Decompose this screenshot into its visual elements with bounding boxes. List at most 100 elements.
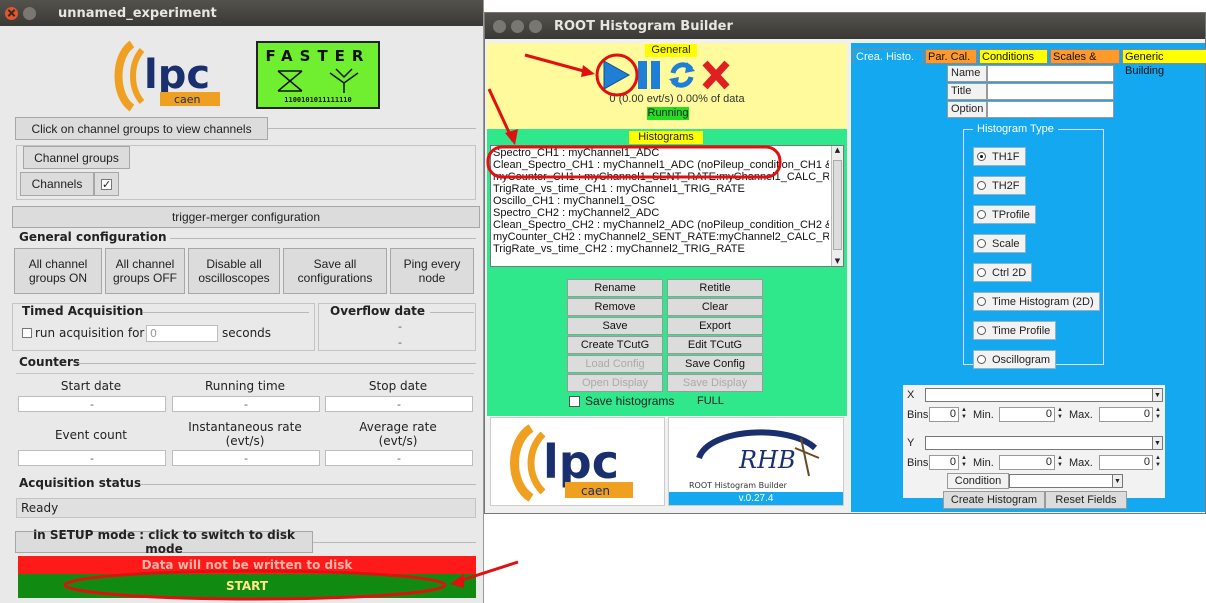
histo-action-left-2[interactable]: Remove [567, 298, 663, 316]
histo-action-right-6[interactable]: Save Display [667, 374, 763, 392]
run-acq-seconds-input[interactable]: 0 [146, 325, 218, 342]
hist-type-radio-5[interactable]: Ctrl 2D [973, 263, 1033, 282]
histo-action-left-3[interactable]: Save [567, 317, 663, 335]
overflow-line1: - [398, 320, 402, 333]
condition-label: Condition [947, 473, 1009, 489]
chevron-down-icon: ▼ [1152, 437, 1162, 449]
hist-type-radio-3[interactable]: TProfile [973, 205, 1036, 224]
counters-title: Counters [19, 355, 87, 369]
create-histogram-button[interactable]: Create Histogram [943, 491, 1045, 509]
x-bins-label: Bins [907, 409, 929, 421]
left-titlebar: unnamed_experiment [0, 0, 483, 26]
acq-status-title: Acquisition status [19, 476, 148, 490]
y-max-input[interactable]: 0 [1099, 455, 1153, 470]
maximize-icon[interactable] [529, 19, 542, 33]
rhb-title: ROOT Histogram Builder [554, 18, 733, 34]
y-min-input[interactable]: 0 [999, 455, 1055, 470]
x-axis-label: X [907, 389, 915, 401]
general-config-button-5[interactable]: Ping every node [390, 248, 474, 294]
general-config-button-2[interactable]: All channel groups OFF [105, 248, 185, 294]
overflow-date-title: Overflow date [330, 304, 432, 318]
x-min-input[interactable]: 0 [999, 407, 1055, 422]
general-config-button-4[interactable]: Save all configurations [283, 248, 387, 294]
stop-date-label: Stop date [368, 379, 428, 393]
histogram-list-item[interactable]: Clean_Spectro_CH2 : myChannel2_ADC (noPi… [493, 219, 829, 231]
y-bins-label: Bins [907, 457, 929, 469]
hist-type-label: Time Profile [992, 324, 1051, 337]
y-bins-spinner[interactable]: ▲ ▼ [961, 455, 968, 470]
trigger-merger-button[interactable]: trigger-merger configuration [12, 206, 480, 228]
tab-4[interactable]: Scales & Ctrls [1050, 49, 1120, 77]
lpc-logo-text: lpc [144, 52, 210, 98]
histo-action-left-4[interactable]: Create TCutG [567, 336, 663, 354]
tab-2[interactable]: Par. Cal. [925, 49, 977, 64]
tab-1[interactable]: Crea. Histo. [853, 49, 923, 64]
x-max-input[interactable]: 0 [1099, 407, 1153, 422]
event-count-label: Event count [54, 428, 128, 442]
reset-fields-button[interactable]: Reset Fields [1045, 491, 1127, 509]
close-icon[interactable] [5, 6, 18, 20]
histo-action-right-2[interactable]: Clear [667, 298, 763, 316]
condition-combo[interactable]: ▼ [1009, 474, 1123, 488]
histo-action-right-1[interactable]: Retitle [667, 279, 763, 297]
setup-mode-button[interactable]: in SETUP mode : click to switch to disk … [15, 528, 313, 556]
y-variable-combo[interactable]: ▼ [925, 436, 1163, 450]
svg-text:RHB: RHB [738, 446, 796, 474]
y-max-spinner[interactable]: ▲ ▼ [1155, 455, 1162, 470]
histo-action-left-5[interactable]: Load Config [567, 355, 663, 373]
rhb-titlebar: ROOT Histogram Builder [485, 13, 1205, 39]
histogram-list-item[interactable]: TrigRate_vs_time_CH1 : myChannel1_TRIG_R… [493, 183, 829, 195]
seconds-label: seconds [222, 326, 272, 340]
histo-action-right-4[interactable]: Edit TCutG [667, 336, 763, 354]
hist-type-radio-1[interactable]: TH1F [973, 147, 1026, 166]
hist-type-label: TH1F [992, 150, 1020, 163]
general-config-button-1[interactable]: All channel groups ON [14, 248, 102, 294]
running-time-value: - [172, 396, 320, 412]
channel-groups-button[interactable]: Channel groups [23, 146, 130, 169]
channels-button[interactable]: Channels [20, 172, 94, 196]
avg-rate-label: Average rate (evt/s) [359, 420, 437, 448]
x-max-spinner[interactable]: ▲ ▼ [1155, 407, 1162, 422]
chevron-down-icon: ▼ [1112, 475, 1122, 487]
hist-type-radio-8[interactable]: Oscillogram [973, 350, 1057, 369]
histo-action-right-3[interactable]: Export [667, 317, 763, 335]
close-icon[interactable] [493, 19, 506, 33]
general-config-button-3[interactable]: Disable all oscilloscopes [188, 248, 280, 294]
x-min-spinner[interactable]: ▲ ▼ [1057, 407, 1064, 422]
tab-3[interactable]: Conditions [979, 49, 1048, 64]
hist-type-radio-4[interactable]: Scale [973, 234, 1026, 253]
histo-action-right-5[interactable]: Save Config [667, 355, 763, 373]
name-input[interactable] [987, 65, 1114, 82]
histo-action-left-1[interactable]: Rename [567, 279, 663, 297]
option-input[interactable] [987, 101, 1114, 118]
histo-action-left-6[interactable]: Open Display [567, 374, 663, 392]
tab-5[interactable]: Generic Building [1122, 49, 1206, 77]
hist-type-radio-7[interactable]: Time Profile [973, 321, 1057, 340]
minimize-icon[interactable] [511, 19, 524, 33]
run-acq-checkbox[interactable] [22, 328, 32, 338]
minimize-icon[interactable] [23, 6, 36, 20]
y-bins-input[interactable]: 0 [929, 455, 959, 470]
histogram-list-scrollbar[interactable]: ▲ ▼ [831, 146, 843, 266]
histogram-list-item[interactable]: Spectro_CH2 : myChannel2_ADC [493, 207, 829, 219]
hist-type-label: TProfile [992, 208, 1030, 221]
hist-type-radio-6[interactable]: Time Histogram (2D) [973, 292, 1100, 311]
save-histograms-checkbox[interactable] [569, 396, 580, 407]
channels-checkbox[interactable]: ✓ [94, 172, 119, 196]
overflow-line2: - [398, 336, 402, 349]
x-bins-spinner[interactable]: ▲ ▼ [961, 407, 968, 422]
histogram-list-item[interactable]: TrigRate_vs_time_CH2 : myChannel2_TRIG_R… [493, 243, 829, 255]
title-input[interactable] [987, 83, 1114, 100]
full-label: FULL [697, 395, 724, 407]
radio-icon [977, 268, 986, 277]
radio-icon [977, 181, 986, 190]
y-axis-label: Y [907, 437, 915, 449]
y-min-spinner[interactable]: ▲ ▼ [1057, 455, 1064, 470]
chevron-down-icon: ▼ [1152, 389, 1162, 401]
x-bins-input[interactable]: 0 [929, 407, 959, 422]
hist-type-radio-2[interactable]: TH2F [973, 176, 1026, 195]
x-variable-combo[interactable]: ▼ [925, 388, 1163, 402]
histogram-list-item[interactable]: myCounter_CH2 : myChannel2_SENT_RATE:myC… [493, 231, 829, 243]
click-channel-groups-button[interactable]: Click on channel groups to view channels [15, 117, 268, 140]
histogram-list-item[interactable]: Oscillo_CH1 : myChannel1_OSC [493, 195, 829, 207]
